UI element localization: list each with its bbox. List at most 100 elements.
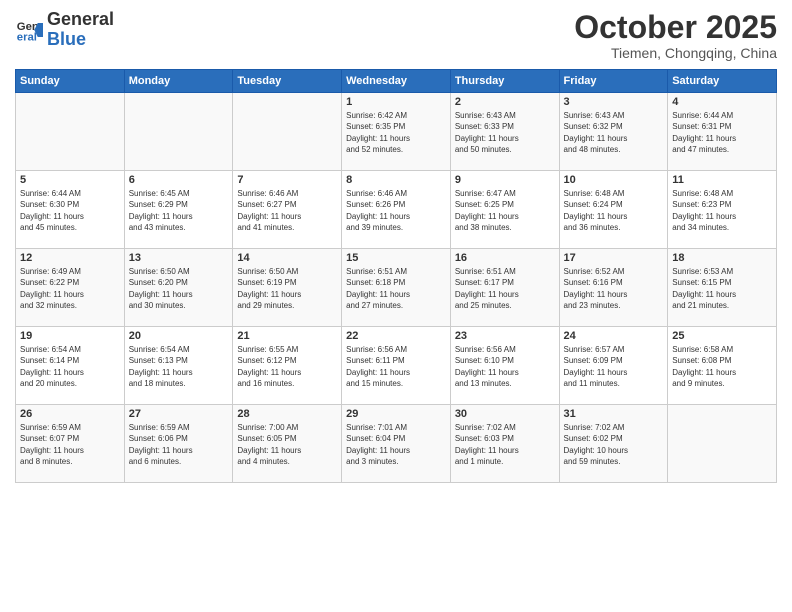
day-info: Sunrise: 6:44 AM Sunset: 6:31 PM Dayligh… <box>672 110 772 155</box>
day-number: 31 <box>564 408 664 420</box>
calendar-cell: 19 Sunrise: 6:54 AM Sunset: 6:14 PM Dayli… <box>16 327 125 405</box>
day-info: Sunrise: 6:53 AM Sunset: 6:15 PM Dayligh… <box>672 266 772 311</box>
day-number: 2 <box>455 96 555 108</box>
day-info: Sunrise: 6:52 AM Sunset: 6:16 PM Dayligh… <box>564 266 664 311</box>
day-info: Sunrise: 6:46 AM Sunset: 6:26 PM Dayligh… <box>346 188 446 233</box>
day-info: Sunrise: 6:59 AM Sunset: 6:07 PM Dayligh… <box>20 422 120 467</box>
calendar-table: Sunday Monday Tuesday Wednesday Thursday… <box>15 69 777 483</box>
calendar-cell: 27 Sunrise: 6:59 AM Sunset: 6:06 PM Dayli… <box>124 405 233 483</box>
calendar-cell: 14 Sunrise: 6:50 AM Sunset: 6:19 PM Dayli… <box>233 249 342 327</box>
day-number: 15 <box>346 252 446 264</box>
day-info: Sunrise: 7:01 AM Sunset: 6:04 PM Dayligh… <box>346 422 446 467</box>
page-header: Gen eral General Blue October 2025 Tieme… <box>15 10 777 61</box>
day-number: 6 <box>129 174 229 186</box>
day-number: 21 <box>237 330 337 342</box>
day-number: 27 <box>129 408 229 420</box>
logo-icon: Gen eral <box>15 16 43 44</box>
day-info: Sunrise: 6:48 AM Sunset: 6:23 PM Dayligh… <box>672 188 772 233</box>
calendar-cell: 26 Sunrise: 6:59 AM Sunset: 6:07 PM Dayli… <box>16 405 125 483</box>
calendar-cell: 23 Sunrise: 6:56 AM Sunset: 6:10 PM Dayli… <box>450 327 559 405</box>
calendar-cell: 11 Sunrise: 6:48 AM Sunset: 6:23 PM Dayli… <box>668 171 777 249</box>
calendar-cell: 16Sunrise: 6:51 AM Sunset: 6:17 PM Dayli… <box>450 249 559 327</box>
day-info: Sunrise: 6:48 AM Sunset: 6:24 PM Dayligh… <box>564 188 664 233</box>
header-wednesday: Wednesday <box>342 70 451 93</box>
day-info: Sunrise: 6:42 AM Sunset: 6:35 PM Dayligh… <box>346 110 446 155</box>
day-number: 3 <box>564 96 664 108</box>
header-friday: Friday <box>559 70 668 93</box>
day-info: Sunrise: 6:55 AM Sunset: 6:12 PM Dayligh… <box>237 344 337 389</box>
day-number: 14 <box>237 252 337 264</box>
day-info: Sunrise: 6:54 AM Sunset: 6:14 PM Dayligh… <box>20 344 120 389</box>
day-info: Sunrise: 6:57 AM Sunset: 6:09 PM Dayligh… <box>564 344 664 389</box>
header-saturday: Saturday <box>668 70 777 93</box>
day-info: Sunrise: 6:50 AM Sunset: 6:20 PM Dayligh… <box>129 266 229 311</box>
calendar-cell: 12 Sunrise: 6:49 AM Sunset: 6:22 PM Dayli… <box>16 249 125 327</box>
title-block: October 2025 Tiemen, Chongqing, China <box>574 10 777 61</box>
calendar-cell <box>16 93 125 171</box>
calendar-header-row: Sunday Monday Tuesday Wednesday Thursday… <box>16 70 777 93</box>
calendar-cell: 13 Sunrise: 6:50 AM Sunset: 6:20 PM Dayli… <box>124 249 233 327</box>
month-title: October 2025 <box>574 10 777 45</box>
day-number: 30 <box>455 408 555 420</box>
day-info: Sunrise: 6:58 AM Sunset: 6:08 PM Dayligh… <box>672 344 772 389</box>
day-info: Sunrise: 6:54 AM Sunset: 6:13 PM Dayligh… <box>129 344 229 389</box>
day-number: 7 <box>237 174 337 186</box>
day-number: 20 <box>129 330 229 342</box>
day-number: 11 <box>672 174 772 186</box>
calendar-cell: 10 Sunrise: 6:48 AM Sunset: 6:24 PM Dayli… <box>559 171 668 249</box>
day-info: Sunrise: 6:50 AM Sunset: 6:19 PM Dayligh… <box>237 266 337 311</box>
day-info: Sunrise: 6:56 AM Sunset: 6:10 PM Dayligh… <box>455 344 555 389</box>
day-number: 12 <box>20 252 120 264</box>
day-info: Sunrise: 6:43 AM Sunset: 6:33 PM Dayligh… <box>455 110 555 155</box>
calendar-cell: 30 Sunrise: 7:02 AM Sunset: 6:03 PM Dayli… <box>450 405 559 483</box>
day-number: 18 <box>672 252 772 264</box>
day-info: Sunrise: 6:49 AM Sunset: 6:22 PM Dayligh… <box>20 266 120 311</box>
day-number: 9 <box>455 174 555 186</box>
calendar-cell: 29Sunrise: 7:01 AM Sunset: 6:04 PM Dayli… <box>342 405 451 483</box>
header-monday: Monday <box>124 70 233 93</box>
logo: Gen eral General Blue <box>15 10 114 50</box>
day-info: Sunrise: 6:43 AM Sunset: 6:32 PM Dayligh… <box>564 110 664 155</box>
day-number: 16 <box>455 252 555 264</box>
calendar-cell: 17 Sunrise: 6:52 AM Sunset: 6:16 PM Dayli… <box>559 249 668 327</box>
header-thursday: Thursday <box>450 70 559 93</box>
day-info: Sunrise: 7:00 AM Sunset: 6:05 PM Dayligh… <box>237 422 337 467</box>
calendar-cell: 7 Sunrise: 6:46 AM Sunset: 6:27 PM Daylig… <box>233 171 342 249</box>
calendar-cell: 28 Sunrise: 7:00 AM Sunset: 6:05 PM Dayli… <box>233 405 342 483</box>
calendar-cell: 5Sunrise: 6:44 AM Sunset: 6:30 PM Daylig… <box>16 171 125 249</box>
day-number: 28 <box>237 408 337 420</box>
day-number: 10 <box>564 174 664 186</box>
header-sunday: Sunday <box>16 70 125 93</box>
day-info: Sunrise: 7:02 AM Sunset: 6:02 PM Dayligh… <box>564 422 664 467</box>
day-number: 26 <box>20 408 120 420</box>
logo-general-text: General <box>47 9 114 29</box>
calendar-cell: 9Sunrise: 6:47 AM Sunset: 6:25 PM Daylig… <box>450 171 559 249</box>
day-number: 17 <box>564 252 664 264</box>
calendar-cell: 8 Sunrise: 6:46 AM Sunset: 6:26 PM Daylig… <box>342 171 451 249</box>
day-number: 23 <box>455 330 555 342</box>
day-info: Sunrise: 6:46 AM Sunset: 6:27 PM Dayligh… <box>237 188 337 233</box>
location: Tiemen, Chongqing, China <box>574 45 777 61</box>
calendar-cell: 22Sunrise: 6:56 AM Sunset: 6:11 PM Dayli… <box>342 327 451 405</box>
day-info: Sunrise: 7:02 AM Sunset: 6:03 PM Dayligh… <box>455 422 555 467</box>
day-number: 25 <box>672 330 772 342</box>
day-number: 1 <box>346 96 446 108</box>
calendar-week-4: 19 Sunrise: 6:54 AM Sunset: 6:14 PM Dayli… <box>16 327 777 405</box>
day-number: 13 <box>129 252 229 264</box>
svg-text:eral: eral <box>17 31 37 43</box>
day-info: Sunrise: 6:59 AM Sunset: 6:06 PM Dayligh… <box>129 422 229 467</box>
day-number: 24 <box>564 330 664 342</box>
day-number: 5 <box>20 174 120 186</box>
day-info: Sunrise: 6:45 AM Sunset: 6:29 PM Dayligh… <box>129 188 229 233</box>
calendar-cell: 31 Sunrise: 7:02 AM Sunset: 6:02 PM Dayli… <box>559 405 668 483</box>
day-number: 8 <box>346 174 446 186</box>
day-number: 22 <box>346 330 446 342</box>
calendar-cell: 24 Sunrise: 6:57 AM Sunset: 6:09 PM Dayli… <box>559 327 668 405</box>
calendar-cell: 1 Sunrise: 6:42 AM Sunset: 6:35 PM Daylig… <box>342 93 451 171</box>
calendar-week-3: 12 Sunrise: 6:49 AM Sunset: 6:22 PM Dayli… <box>16 249 777 327</box>
calendar-cell <box>124 93 233 171</box>
day-number: 19 <box>20 330 120 342</box>
calendar-week-1: 1 Sunrise: 6:42 AM Sunset: 6:35 PM Daylig… <box>16 93 777 171</box>
logo-blue-text: Blue <box>47 29 86 49</box>
calendar-cell: 2 Sunrise: 6:43 AM Sunset: 6:33 PM Daylig… <box>450 93 559 171</box>
